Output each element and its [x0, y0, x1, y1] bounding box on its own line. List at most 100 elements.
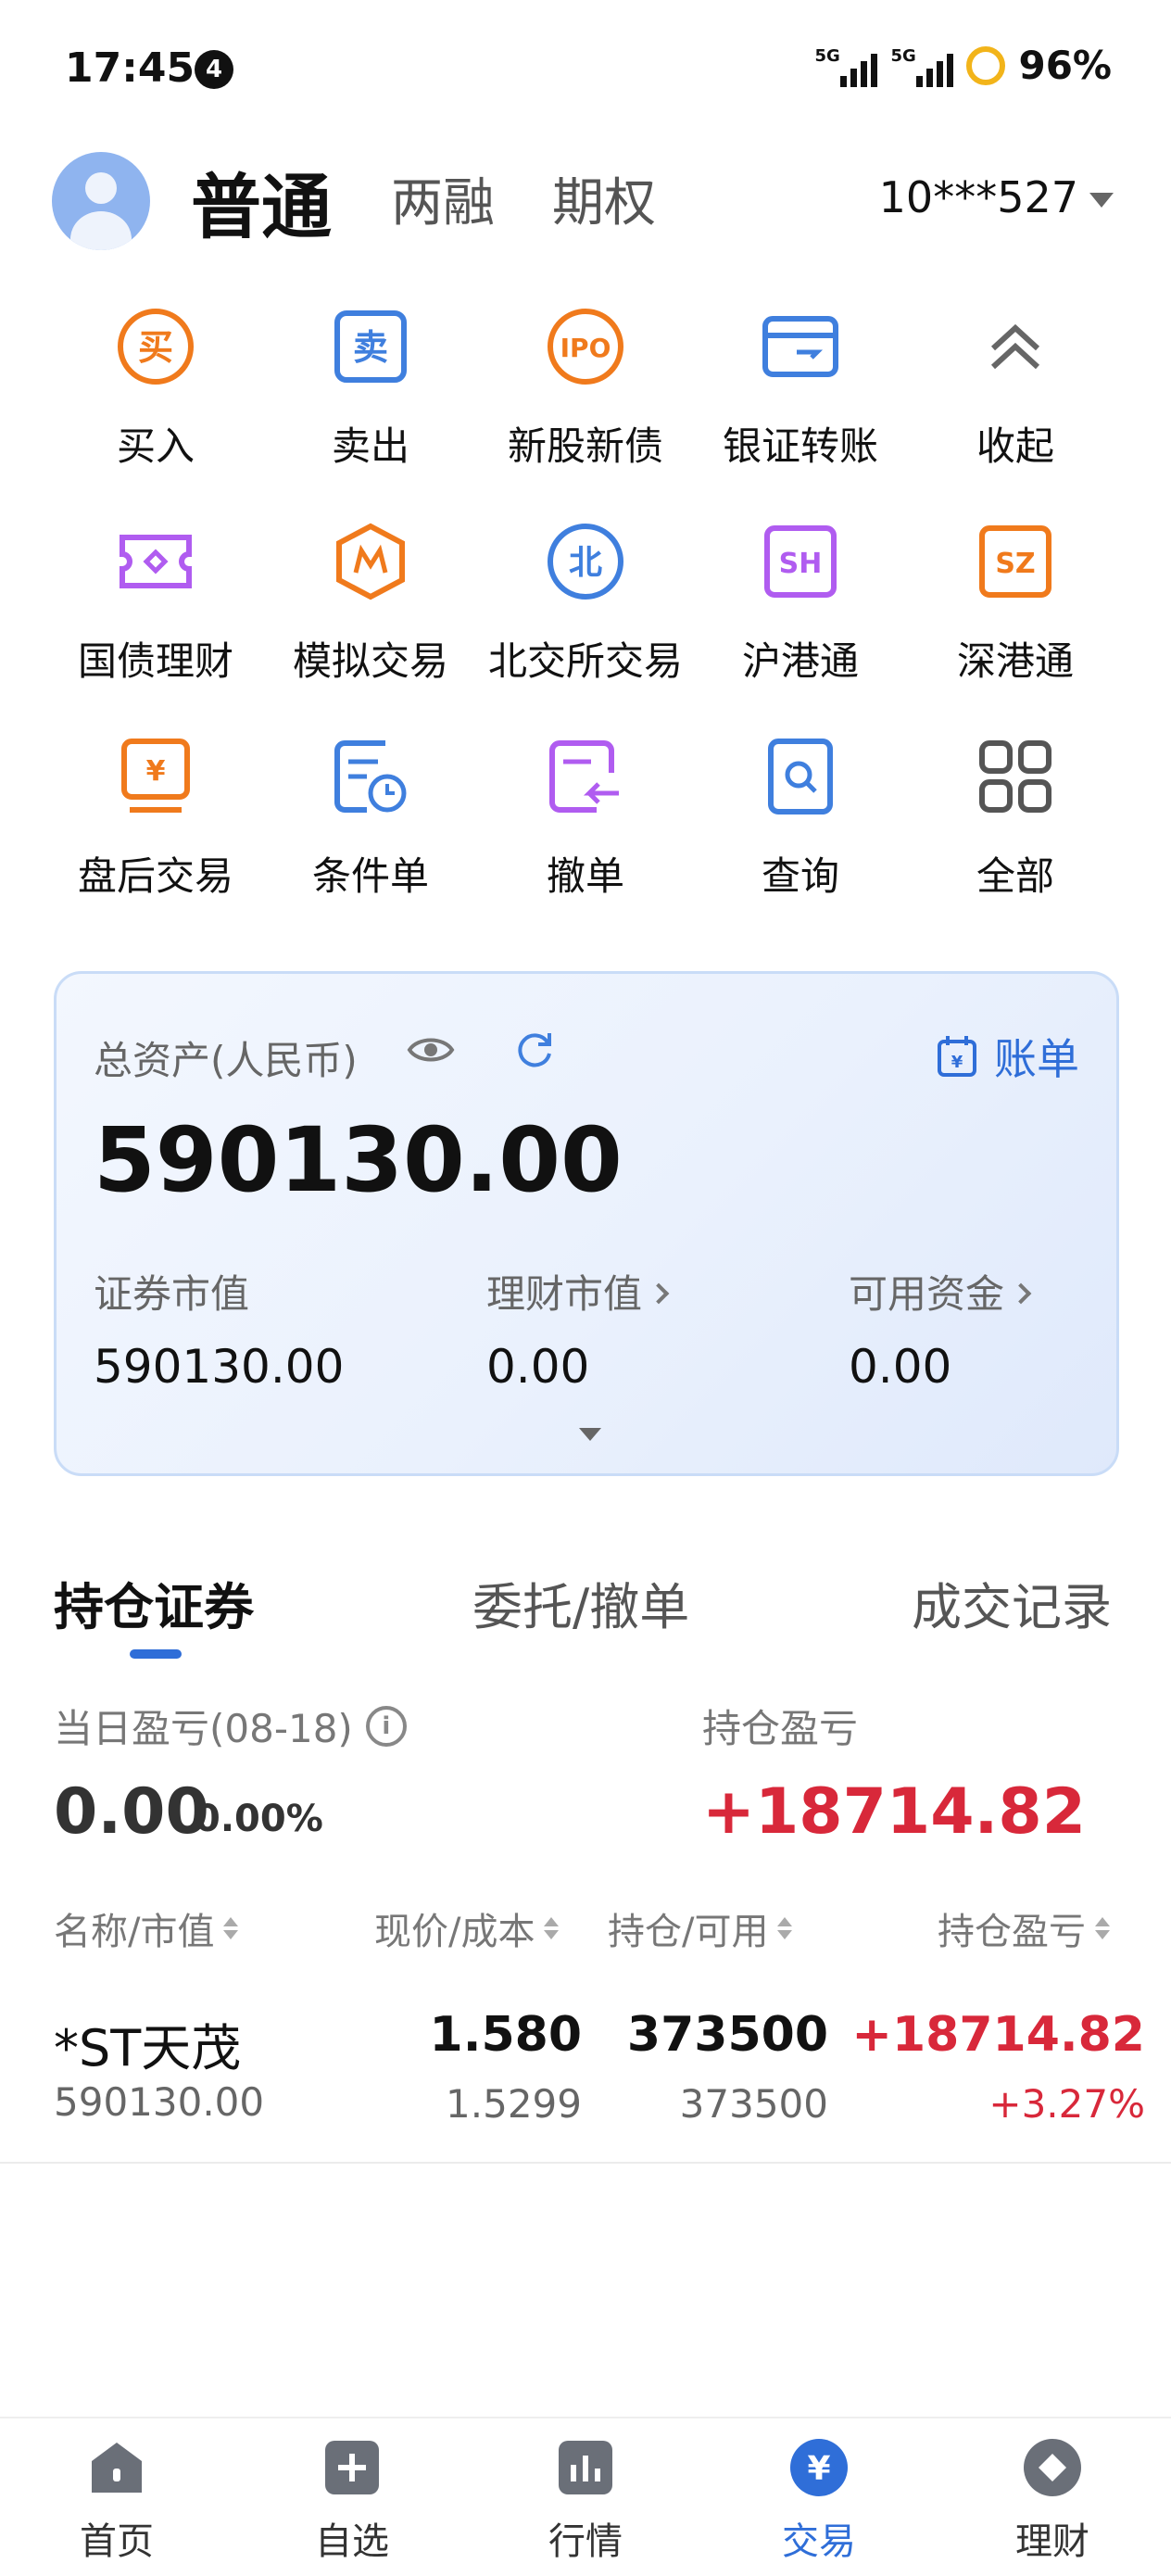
watchlist-icon [321, 2437, 383, 2498]
quick-action-all[interactable]: 全部 [908, 736, 1123, 940]
refresh-icon[interactable] [514, 1029, 555, 1074]
quick-action-label: 银证转账 [722, 423, 878, 469]
svg-text:SZ: SZ [995, 548, 1035, 580]
treasury-icon [115, 521, 196, 602]
chevron-right-icon [648, 1282, 670, 1304]
signal-5g-icon: 5G [890, 44, 954, 87]
expand-icon[interactable] [579, 1428, 601, 1441]
simulation-icon [330, 521, 411, 602]
query-icon [760, 736, 841, 817]
trade-icon: ¥ [788, 2437, 850, 2498]
sort-icon [544, 1917, 560, 1939]
quick-action-sz-hk[interactable]: SZ 深港通 [908, 521, 1123, 725]
quick-action-query[interactable]: 查询 [693, 736, 908, 940]
chevron-right-icon [1010, 1282, 1032, 1304]
nav-wealth[interactable]: 理财 [960, 2437, 1145, 2565]
quick-action-treasury[interactable]: 国债理财 [48, 521, 263, 725]
svg-text:SH: SH [779, 548, 823, 580]
nav-market[interactable]: 行情 [493, 2437, 678, 2565]
sz-hk-connect-icon: SZ [975, 521, 1056, 602]
tab-orders[interactable]: 委托/撤单 [472, 1566, 689, 1639]
all-apps-icon [975, 736, 1056, 817]
quick-action-bse[interactable]: 北 北交所交易 [478, 521, 693, 725]
quick-action-label: 深港通 [956, 638, 1074, 684]
tab-normal[interactable]: 普通 [191, 150, 332, 252]
account-number-selector[interactable]: 10***527 [879, 172, 1078, 222]
quick-action-buy[interactable]: 买 买入 [48, 306, 263, 510]
tab-options[interactable]: 期权 [552, 161, 656, 236]
nav-home[interactable]: 首页 [24, 2437, 209, 2565]
quick-action-label: 新股新债 [507, 423, 663, 469]
bill-button[interactable]: ¥ 账单 [937, 1026, 1079, 1087]
signal-5g-icon: 5G [814, 44, 878, 87]
sort-by-position-available[interactable]: 持仓/可用 [608, 1901, 793, 1955]
quick-action-ipo[interactable]: IPO 新股新债 [478, 306, 693, 510]
status-bar: 17:45 4 5G 5G 96% [0, 0, 1171, 139]
nav-label: 首页 [80, 2520, 154, 2563]
active-tab-indicator [130, 1649, 182, 1659]
position-pnl-value: +18714.82 [702, 1775, 1087, 1849]
quick-action-label: 撤单 [546, 853, 624, 899]
nav-watchlist[interactable]: 自选 [259, 2437, 445, 2565]
svg-text:¥: ¥ [951, 1053, 963, 1072]
position-pnl-label: 持仓盈亏 [702, 1706, 859, 1751]
available-funds-block[interactable]: 可用资金 0.00 [849, 1263, 1032, 1394]
stock-market-value: 590130.00 [54, 2079, 265, 2125]
bill-label: 账单 [994, 1034, 1079, 1084]
tab-holdings[interactable]: 持仓证券 [54, 1566, 254, 1639]
svg-text:卖: 卖 [353, 327, 388, 368]
home-icon [86, 2437, 147, 2498]
available-value: 0.00 [849, 1340, 952, 1394]
wealth-label: 理财市值 [486, 1271, 643, 1317]
eye-icon[interactable] [407, 1031, 455, 1072]
securities-value: 590130.00 [94, 1340, 345, 1394]
today-pnl-label: 当日盈亏(08-18) [54, 1706, 353, 1751]
nav-trade[interactable]: ¥ 交易 [726, 2437, 912, 2565]
sort-icon [1095, 1917, 1110, 1939]
quick-action-label: 全部 [976, 853, 1054, 899]
sort-by-price-cost[interactable]: 现价/成本 [374, 1901, 560, 1955]
quick-action-collapse[interactable]: 收起 [908, 306, 1123, 510]
sort-by-pnl[interactable]: 持仓盈亏 [938, 1901, 1110, 1955]
sh-hk-connect-icon: SH [760, 521, 841, 602]
svg-text:IPO: IPO [560, 333, 611, 363]
column-header-label: 现价/成本 [374, 1911, 535, 1953]
today-pnl-percent: 0.00% [195, 1798, 323, 1840]
quick-action-sell[interactable]: 卖 卖出 [263, 306, 478, 510]
stock-name: *ST天茂 [54, 2019, 242, 2077]
quick-action-bank-transfer[interactable]: 银证转账 [693, 306, 908, 510]
ipo-icon: IPO [545, 306, 626, 387]
quick-action-simulation[interactable]: 模拟交易 [263, 521, 478, 725]
after-hours-icon: ¥ [115, 736, 196, 817]
svg-text:¥: ¥ [146, 755, 166, 788]
info-icon[interactable]: i [365, 1705, 407, 1747]
sort-by-name-market-value[interactable]: 名称/市值 [54, 1901, 239, 1955]
total-assets-label: 总资产(人民币) [94, 1038, 358, 1083]
table-row[interactable]: *ST天茂 590130.00 1.580 1.5299 373500 3735… [0, 2001, 1171, 2164]
quick-action-label: 模拟交易 [292, 638, 448, 684]
chevron-down-icon[interactable] [1089, 193, 1114, 208]
asset-summary-card: 总资产(人民币) ¥ 账单 590130.00 证券市值 590130.00 理… [54, 971, 1119, 1476]
quick-action-cancel-order[interactable]: 撤单 [478, 736, 693, 940]
tab-margin[interactable]: 两融 [391, 161, 495, 236]
wealth-value-block[interactable]: 理财市值 0.00 [486, 1263, 670, 1394]
svg-text:北: 北 [569, 544, 602, 582]
total-assets-value: 590130.00 [94, 1108, 623, 1212]
quick-action-sh-hk[interactable]: SH 沪港通 [693, 521, 908, 725]
svg-text:¥: ¥ [807, 2450, 830, 2488]
position-available-cell: 373500 373500 [627, 2007, 828, 2127]
quick-action-after-hours[interactable]: ¥ 盘后交易 [48, 736, 263, 940]
bank-transfer-icon [760, 306, 841, 387]
tab-trades[interactable]: 成交记录 [912, 1566, 1112, 1639]
avatar[interactable] [52, 152, 150, 250]
securities-label: 证券市值 [94, 1271, 250, 1317]
available-label: 可用资金 [849, 1271, 1005, 1317]
cost-price: 1.5299 [446, 2081, 582, 2127]
conditional-order-icon [330, 736, 411, 817]
buy-icon: 买 [115, 306, 196, 387]
quick-action-label: 北交所交易 [487, 638, 683, 684]
position-pnl: +18714.82 [851, 2007, 1145, 2063]
quick-action-label: 查询 [761, 853, 839, 899]
collapse-icon [975, 306, 1056, 387]
quick-action-conditional-order[interactable]: 条件单 [263, 736, 478, 940]
